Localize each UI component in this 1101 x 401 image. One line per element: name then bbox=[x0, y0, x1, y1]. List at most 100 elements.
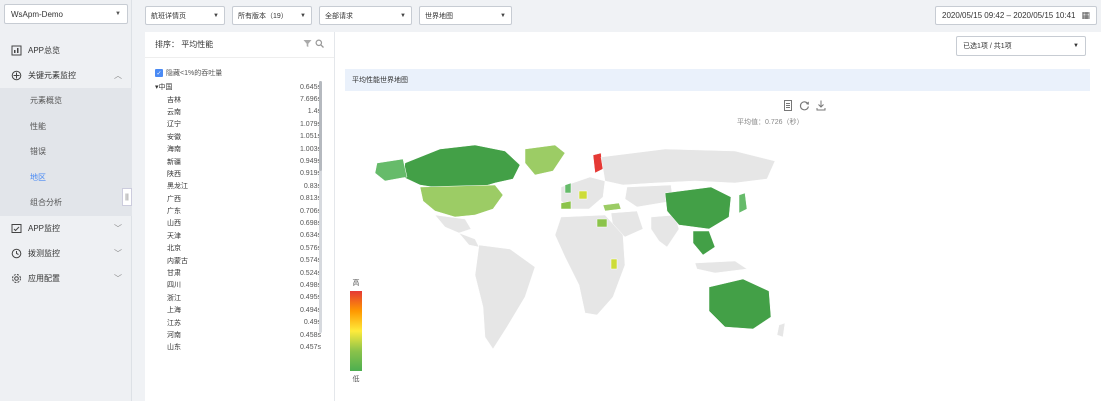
sidebar-item-key-elements[interactable]: 关键元素监控 ︿ bbox=[0, 63, 132, 88]
province-label: 北京 bbox=[167, 245, 181, 253]
request-filter-dropdown[interactable]: 全部请求 ▼ bbox=[319, 6, 412, 25]
map-region-new-zealand[interactable] bbox=[776, 322, 786, 338]
tree-province-row[interactable]: 云南 1.4s bbox=[155, 106, 321, 118]
clock-icon bbox=[10, 247, 22, 259]
sidebar-subitem-element-overview[interactable]: 元素概览 bbox=[0, 88, 132, 114]
top-toolbar: 航班详情页 ▼ 所有版本（19） ▼ 全部请求 ▼ 世界地图 ▼ 2020/05/15 … bbox=[132, 0, 1101, 30]
sidebar-item-dial-test[interactable]: 拨测监控 ﹀ bbox=[0, 241, 132, 266]
map-region-australia[interactable] bbox=[708, 278, 772, 330]
tree-province-row[interactable]: 陕西 0.919s bbox=[155, 168, 321, 180]
province-label: 内蒙古 bbox=[167, 257, 188, 265]
tree-province-row[interactable]: 浙江 0.495s bbox=[155, 292, 321, 304]
map-region-greenland[interactable] bbox=[524, 144, 566, 176]
map-region-japan[interactable] bbox=[738, 192, 748, 214]
map-region-indonesia[interactable] bbox=[694, 260, 748, 274]
sidebar-item-app-overview[interactable]: APP总览 bbox=[0, 38, 132, 63]
map-region-kenya[interactable] bbox=[610, 258, 618, 270]
tree-province-row[interactable]: 内蒙古 0.574s bbox=[155, 254, 321, 266]
map-region-canada[interactable] bbox=[402, 144, 521, 190]
province-label: 甘肃 bbox=[167, 270, 181, 278]
tree-province-row[interactable]: 吉林 7.696s bbox=[155, 93, 321, 105]
sidebar-subitem-performance[interactable]: 性能 bbox=[0, 114, 132, 140]
map-region-uk[interactable] bbox=[564, 182, 572, 194]
page-filter-dropdown[interactable]: 航班详情页 ▼ bbox=[145, 6, 225, 25]
province-label: 四川 bbox=[167, 282, 181, 290]
province-value: 0.495s bbox=[299, 294, 321, 302]
sidebar-subitem-errors[interactable]: 错误 bbox=[0, 139, 132, 165]
map-region-central-america[interactable] bbox=[458, 232, 480, 248]
main-content: 排序： 平均性能 ✓ 隐藏<1%的吞吐量 ▾中国 0.645s 吉林 7.696s… bbox=[145, 32, 1101, 401]
tree-province-row[interactable]: 辽宁 1.079s bbox=[155, 118, 321, 130]
tree-province-row[interactable]: 山西 0.698s bbox=[155, 217, 321, 229]
hide-low-throughput-checkbox[interactable]: ✓ 隐藏<1%的吞吐量 bbox=[155, 68, 222, 78]
calendar-icon: ▦ bbox=[1081, 10, 1090, 20]
tree-province-row[interactable]: 新疆 0.949s bbox=[155, 155, 321, 167]
chevron-down-icon: ﹀ bbox=[114, 273, 122, 283]
search-icon[interactable] bbox=[315, 39, 324, 50]
world-map[interactable] bbox=[375, 137, 795, 377]
sidebar-subitem-combined-analysis[interactable]: 组合分析 bbox=[0, 190, 132, 216]
map-region-mexico[interactable] bbox=[434, 214, 472, 234]
map-panel: 已选1项 / 共1项 ▼ 平均性能世界地图 平均值：0.726（秒） 高 低 bbox=[335, 32, 1101, 401]
province-value: 1.079s bbox=[299, 120, 321, 128]
tree-province-row[interactable]: 广西 0.813s bbox=[155, 193, 321, 205]
tree-province-row[interactable]: 海南 1.003s bbox=[155, 143, 321, 155]
map-region-usa[interactable] bbox=[419, 184, 504, 218]
tree-province-row[interactable]: 河南 0.458s bbox=[155, 329, 321, 341]
sort-label: 排序： 平均性能 bbox=[155, 40, 214, 49]
map-region-turkey[interactable] bbox=[602, 202, 622, 212]
map-region-egypt[interactable] bbox=[596, 218, 608, 228]
refresh-icon[interactable] bbox=[799, 100, 810, 114]
map-region-southeast-asia[interactable] bbox=[692, 230, 716, 256]
tree-province-row[interactable]: 北京 0.576s bbox=[155, 242, 321, 254]
app-select[interactable]: WsApm-Demo ▼ bbox=[4, 4, 128, 24]
map-region-alaska[interactable] bbox=[375, 158, 408, 182]
tree-province-row[interactable]: 天津 0.634s bbox=[155, 230, 321, 242]
tree-province-row[interactable]: 甘肃 0.524s bbox=[155, 267, 321, 279]
scrollbar-thumb[interactable] bbox=[319, 81, 322, 171]
date-range-picker[interactable]: 2020/05/15 09:42 – 2020/05/15 10:41 ▦ bbox=[935, 6, 1097, 25]
version-filter-dropdown[interactable]: 所有版本（19） ▼ bbox=[232, 6, 312, 25]
province-label: 广东 bbox=[167, 208, 181, 216]
sidebar-item-app-config[interactable]: 应用配置 ﹀ bbox=[0, 266, 132, 291]
legend-high-label: 高 bbox=[352, 280, 360, 287]
tree-country-row[interactable]: ▾中国 0.645s bbox=[155, 81, 321, 93]
map-region-germany[interactable] bbox=[578, 190, 588, 200]
sidebar-collapse-handle[interactable]: || bbox=[122, 188, 132, 206]
tree-province-row[interactable]: 江苏 0.49s bbox=[155, 316, 321, 328]
tree-province-row[interactable]: 广东 0.706s bbox=[155, 205, 321, 217]
data-view-icon[interactable] bbox=[783, 100, 793, 114]
map-region-russia[interactable] bbox=[600, 148, 776, 186]
list-scrollbar[interactable] bbox=[319, 81, 322, 333]
province-value: 1.003s bbox=[299, 145, 321, 153]
province-label: 陕西 bbox=[167, 170, 181, 178]
download-icon[interactable] bbox=[816, 100, 826, 114]
series-select-dropdown[interactable]: 已选1项 / 共1项 ▼ bbox=[956, 36, 1086, 56]
province-label: 辽宁 bbox=[167, 121, 181, 129]
tree-province-row[interactable]: 黑龙江 0.83s bbox=[155, 180, 321, 192]
province-label: 安徽 bbox=[167, 133, 181, 141]
legend-gradient-bar[interactable] bbox=[350, 291, 362, 371]
province-label: 山西 bbox=[167, 220, 181, 228]
map-filter-dropdown[interactable]: 世界地图 ▼ bbox=[419, 6, 512, 25]
region-list-panel: 排序： 平均性能 ✓ 隐藏<1%的吞吐量 ▾中国 0.645s 吉林 7.696s… bbox=[145, 32, 335, 401]
tree-province-row[interactable]: 山东 0.457s bbox=[155, 341, 321, 353]
sidebar-item-label: 应用配置 bbox=[28, 273, 60, 283]
tree-province-row[interactable]: 上海 0.494s bbox=[155, 304, 321, 316]
map-region-finland[interactable] bbox=[592, 152, 604, 174]
chevron-down-icon: ▼ bbox=[500, 12, 506, 19]
filter-icon[interactable] bbox=[303, 39, 312, 50]
sidebar-item-app-monitoring[interactable]: APP监控 ﹀ bbox=[0, 216, 132, 241]
tree-province-row[interactable]: 安徽 1.051s bbox=[155, 131, 321, 143]
province-label: 云南 bbox=[167, 108, 181, 116]
sidebar-subitem-region[interactable]: 地区 bbox=[0, 165, 132, 191]
province-label: 天津 bbox=[167, 232, 181, 240]
province-label: 新疆 bbox=[167, 158, 181, 166]
tree-province-row[interactable]: 四川 0.498s bbox=[155, 279, 321, 291]
map-region-south-america[interactable] bbox=[474, 244, 536, 350]
color-legend: 高 低 bbox=[349, 278, 363, 384]
average-value-text: 平均值：0.726（秒） bbox=[737, 119, 804, 126]
sidebar-item-label: 关键元素监控 bbox=[28, 71, 76, 80]
province-value: 0.498s bbox=[299, 281, 321, 289]
province-value: 0.524s bbox=[299, 269, 321, 277]
